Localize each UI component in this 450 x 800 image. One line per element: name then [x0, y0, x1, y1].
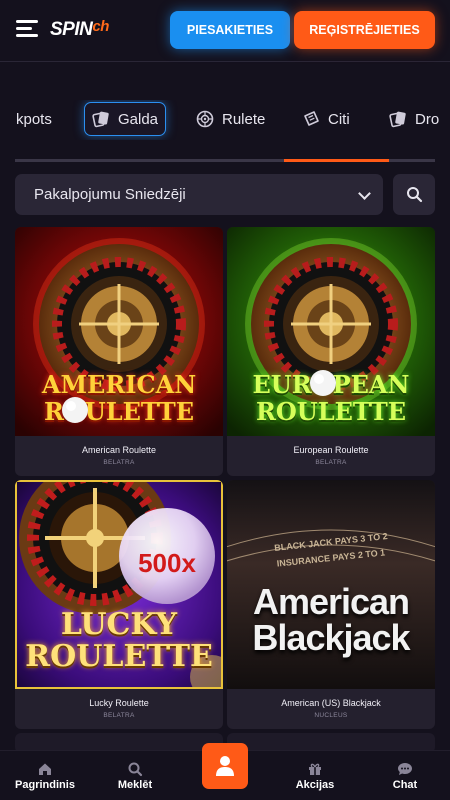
logo-text: SPIN — [50, 19, 93, 40]
tab-label: Galda — [118, 110, 159, 128]
search-button[interactable] — [393, 174, 435, 215]
nav-label: Chat — [392, 779, 418, 791]
cards-icon — [92, 110, 110, 128]
tab-label: Citi — [328, 110, 350, 128]
game-card[interactable]: EUROPEAN ROULETTE European Roulette BELA… — [227, 227, 435, 476]
tab-label: kpots — [16, 110, 52, 128]
provider-dropdown[interactable]: Pakalpojumu Sniedzēji — [15, 174, 383, 215]
top-header: SPINch PIESAKIETIES REĢISTRĒJIETIES — [0, 0, 450, 62]
game-card[interactable]: AMERICAN ROULETTE American Roulette BELA… — [15, 227, 223, 476]
logo-accent-text: ch — [92, 18, 109, 35]
tabs-scroll-progress — [15, 159, 435, 162]
tabs-scroll-progress-fill — [283, 159, 389, 162]
thumbnail-title-line: American — [252, 581, 410, 622]
brand-logo[interactable]: SPINch — [50, 18, 109, 41]
multiplier-badge: 500x — [138, 548, 196, 578]
login-button[interactable]: PIESAKIETIES — [170, 11, 290, 49]
provider-dropdown-label: Pakalpojumu Sniedzēji — [34, 186, 186, 203]
tab-jackpots[interactable]: kpots — [16, 102, 52, 136]
game-info: American Roulette BELATRA — [15, 436, 223, 476]
game-card[interactable]: 500x LUCKY ROULETTE Lucky Roulette BELAT… — [15, 480, 223, 729]
nav-label: Meklēt — [117, 779, 153, 791]
game-thumbnail[interactable]: AMERICAN ROULETTE — [15, 227, 223, 436]
game-name: American (US) Blackjack — [281, 698, 381, 708]
roulette-ball-icon — [310, 370, 336, 396]
home-icon — [39, 763, 51, 775]
chat-icon — [398, 763, 412, 775]
thumbnail-title-line: Blackjack — [252, 617, 410, 658]
account-button[interactable] — [202, 743, 248, 789]
tab-label: Dro — [415, 110, 440, 128]
search-icon — [407, 187, 423, 203]
thumbnail-title-line: LUCKY — [60, 607, 178, 642]
game-provider: BELATRA — [103, 459, 135, 466]
game-thumbnail[interactable]: EUROPEAN ROULETTE — [227, 227, 435, 436]
chevron-down-icon — [358, 187, 371, 200]
category-tabs: kpots Galda Rulete Citi Dro — [0, 100, 450, 140]
nav-home[interactable]: Pagrindinis — [14, 761, 76, 791]
game-name: Lucky Roulette — [89, 698, 149, 708]
roulette-icon — [196, 110, 214, 128]
roulette-ball-icon — [62, 397, 88, 423]
game-provider: BELATRA — [103, 712, 135, 719]
register-button[interactable]: REĢISTRĒJIETIES — [294, 11, 435, 49]
tab-table-games[interactable]: Galda — [84, 102, 167, 136]
game-thumbnail[interactable]: BLACK JACK PAYS 3 TO 2 INSURANCE PAYS 2 … — [227, 480, 435, 689]
ticket-icon — [302, 110, 320, 128]
tab-drops[interactable]: Dro — [389, 102, 439, 136]
game-card[interactable]: BLACK JACK PAYS 3 TO 2 INSURANCE PAYS 2 … — [227, 480, 435, 729]
tab-label: Rulete — [222, 110, 266, 128]
thumbnail-title-line: ROULETTE — [255, 397, 407, 426]
game-info: American (US) Blackjack NUCLEUS — [227, 689, 435, 729]
game-name: American Roulette — [81, 445, 157, 455]
game-name: European Roulette — [293, 445, 369, 455]
tab-roulette[interactable]: Rulete — [196, 102, 265, 136]
nav-promotions[interactable]: Akcijas — [292, 761, 338, 791]
game-thumbnail[interactable]: 500x LUCKY ROULETTE — [15, 480, 223, 689]
nav-chat[interactable]: Chat — [388, 761, 422, 791]
hamburger-menu-icon[interactable] — [16, 20, 38, 38]
gift-icon — [309, 763, 321, 775]
nav-label: Akcijas — [295, 779, 335, 791]
nav-label: Pagrindinis — [15, 779, 75, 791]
user-icon — [216, 756, 234, 776]
game-info: European Roulette BELATRA — [227, 436, 435, 476]
thumbnail-title-line: ROULETTE — [25, 639, 213, 674]
nav-search[interactable]: Meklēt — [112, 761, 158, 791]
game-info: Lucky Roulette BELATRA — [15, 689, 223, 729]
cards-icon — [389, 110, 407, 128]
thumbnail-title-line: AMERICAN — [41, 370, 197, 399]
game-provider: BELATRA — [315, 459, 347, 466]
search-icon — [128, 762, 143, 777]
game-provider: NUCLEUS — [314, 712, 348, 719]
thumbnail-title-line: ROULETTE — [43, 397, 195, 426]
tab-other[interactable]: Citi — [302, 102, 350, 136]
